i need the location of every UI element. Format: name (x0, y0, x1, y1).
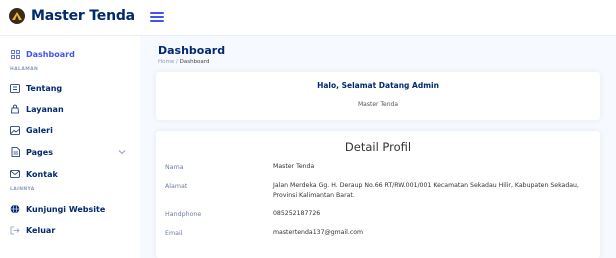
sidebar-item-label: Layanan (26, 104, 64, 114)
sidebar-item-layanan[interactable]: Layanan (10, 101, 134, 117)
profile-value-email: mastertenda137@gmail.com (273, 229, 364, 236)
sidebar-item-galeri[interactable]: Galeri (10, 122, 134, 138)
sidebar-item-label: Pages (26, 147, 53, 157)
profile-card-title: Detail Profil (344, 140, 412, 154)
profile-label-email: Email (165, 230, 183, 237)
menu-toggle-icon[interactable] (150, 10, 164, 24)
globe-icon (10, 204, 20, 214)
welcome-card: Halo, Selamat Datang Admin Master Tenda (156, 72, 600, 120)
profile-value-alamat: Jalan Merdeka Gg. H. Deraup No.66 RT/RW.… (273, 182, 579, 199)
profile-card: Detail Profil Nama Master Tenda Alamat J… (156, 131, 600, 258)
breadcrumb-home-link[interactable]: Home (158, 59, 174, 65)
sidebar-item-keluar[interactable]: Keluar (10, 222, 134, 238)
sidebar-item-label: Dashboard (26, 49, 75, 59)
page-title: Dashboard (158, 44, 226, 57)
tent-logo-icon (9, 8, 25, 24)
profile-label-nama: Nama (165, 164, 184, 171)
breadcrumb-separator: / (176, 59, 178, 65)
document-icon (10, 147, 20, 157)
top-bar: Master Tenda (0, 0, 616, 36)
sidebar-heading-halaman: HALAMAN (10, 67, 39, 72)
sidebar-item-label: Keluar (26, 225, 56, 235)
sidebar-item-tentang[interactable]: Tentang (10, 80, 134, 96)
sidebar-item-label: Galeri (26, 125, 53, 135)
profile-value-nama: Master Tenda (273, 163, 315, 170)
brand-logo-link[interactable]: Master Tenda (9, 8, 135, 24)
bag-icon (10, 104, 20, 114)
sidebar-item-pages[interactable]: Pages (10, 144, 134, 160)
sidebar-item-kunjungi-website[interactable]: Kunjungi Website (10, 201, 134, 217)
main-content: Dashboard Home / Dashboard Halo, Selamat… (140, 36, 616, 258)
chevron-down-icon (118, 148, 126, 157)
welcome-title: Halo, Selamat Datang Admin (317, 81, 439, 90)
envelope-icon (10, 169, 20, 179)
info-card-icon (10, 83, 20, 93)
sidebar-item-label: Kontak (26, 169, 58, 179)
profile-value-handphone: 085252187726 (273, 210, 321, 217)
sidebar: Dashboard HALAMAN Tentang Layanan Galeri… (0, 36, 140, 258)
sidebar-item-label: Tentang (26, 83, 63, 93)
sidebar-item-dashboard[interactable]: Dashboard (10, 46, 134, 62)
profile-label-handphone: Handphone (165, 211, 202, 218)
profile-label-alamat: Alamat (165, 183, 188, 190)
brand-name: Master Tenda (31, 8, 135, 24)
breadcrumb-current: Dashboard (179, 59, 210, 65)
sidebar-item-kontak[interactable]: Kontak (10, 166, 134, 182)
sidebar-item-label: Kunjungi Website (26, 204, 106, 214)
breadcrumb: Home / Dashboard (158, 59, 209, 65)
welcome-subtitle: Master Tenda (357, 101, 399, 108)
grid-icon (10, 49, 20, 59)
logout-icon (10, 225, 20, 235)
sidebar-heading-lainnya: LAINNYA (10, 187, 35, 192)
image-icon (10, 125, 20, 135)
